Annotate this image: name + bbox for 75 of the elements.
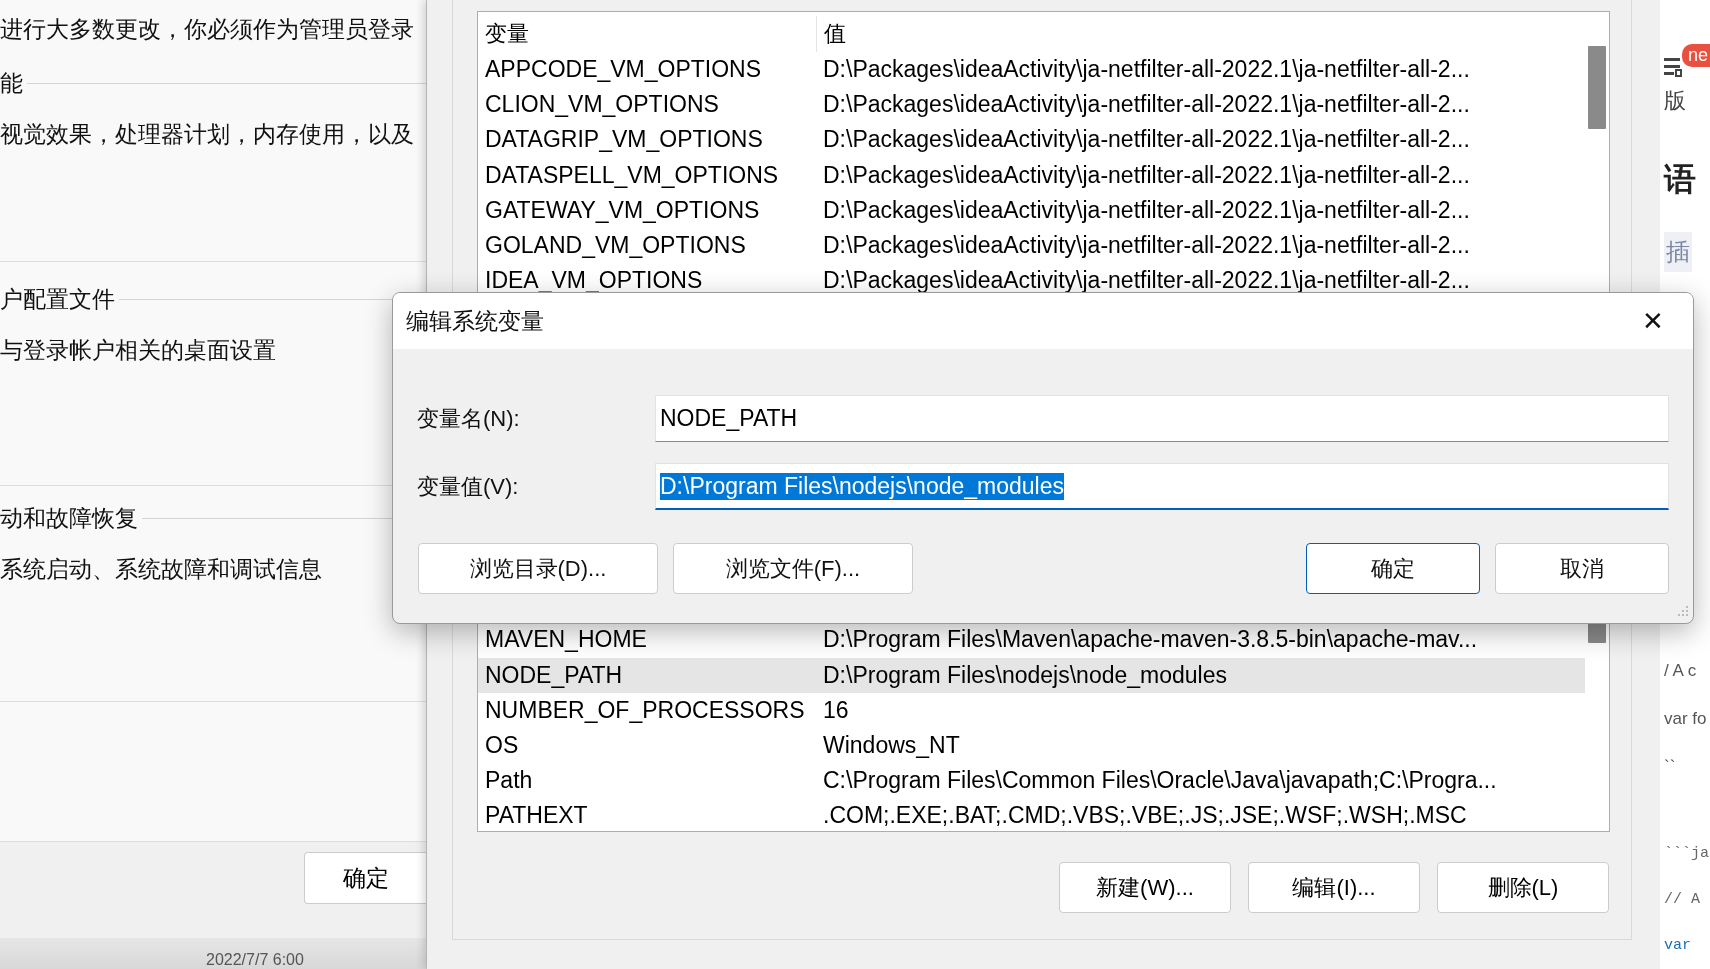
scrollbar-thumb[interactable] [1588, 623, 1606, 643]
table-cell-text: D:\Packages\ideaActivity\ja-netfilter-all-2022.1\ja-netfilter-all-2... [822, 267, 1470, 295]
table-row[interactable]: GOLAND_VM_OPTIONS D:\Packages\ideaActivity\ja-netfilter-all-2022.1\ja-netfilter-all-2... [478, 227, 1585, 264]
table-cell-text: D:\Packages\ideaActivity\ja-netfilter-all-2022.1\ja-netfilter-all-2... [822, 91, 1470, 119]
table-cell-text: .COM;.EXE;.BAT;.CMD;.VBS;.VBE;.JS;.JSE;.WSF;.WSH;.MSC [822, 802, 1467, 830]
new-badge: ne [1681, 44, 1710, 67]
field-label: 变量名(N): [417, 404, 521, 433]
table-row[interactable]: GATEWAY_VM_OPTIONS D:\Packages\ideaActivity\ja-netfilter-all-2022.1\ja-netfilter-all-2... [478, 192, 1585, 228]
table-cell-text: DATASPELL_VM_OPTIONS [484, 161, 780, 189]
table-row[interactable]: MAVEN_HOME D:\Program Files\Maven\apache-maven-3.8.5-bin\apache-mav... [478, 622, 1585, 658]
code-line: var [1664, 937, 1691, 954]
code-line: / A c [1664, 661, 1697, 681]
table-cell-text: CLION_VM_OPTIONS [484, 91, 720, 119]
table-cell-text: APPCODE_VM_OPTIONS [484, 56, 763, 84]
ok-button[interactable]: 确定 [304, 852, 426, 904]
table-cell-text: GATEWAY_VM_OPTIONS [484, 196, 761, 224]
action-button[interactable]: 新建(W)... [1059, 862, 1231, 913]
section-description: 视觉效果，处理器计划，内存使用，以及 [0, 120, 415, 149]
code-line: var fo [1664, 709, 1707, 729]
table-cell-text: C:\Program Files\Common Files\Oracle\Java\javapath;C:\Progra... [822, 767, 1497, 795]
table-cell-text: D:\Packages\ideaActivity\ja-netfilter-all-2022.1\ja-netfilter-all-2... [822, 196, 1470, 224]
dialog-button[interactable]: 取消 [1495, 543, 1669, 594]
table-cell-text: DATAGRIP_VM_OPTIONS [484, 126, 764, 154]
table-cell-text: IDEA_VM_OPTIONS [484, 267, 704, 295]
table-cell-text: MAVEN_HOME [484, 626, 648, 654]
article-heading: 语 [1664, 160, 1696, 197]
column-header: 值 [823, 20, 846, 48]
table-cell-text: D:\Packages\ideaActivity\ja-netfilter-all-2022.1\ja-netfilter-all-2... [822, 126, 1470, 154]
code-line: // A [1664, 891, 1700, 908]
field-label: 变量值(V): [417, 472, 520, 501]
table-cell-text: GOLAND_VM_OPTIONS [484, 232, 747, 260]
action-button[interactable]: 编辑(I)... [1248, 862, 1420, 913]
dialog-button[interactable]: 浏览文件(F)... [673, 543, 913, 594]
section-description: 系统启动、系统故障和调试信息 [0, 555, 323, 584]
table-cell-text: D:\Packages\ideaActivity\ja-netfilter-all-2022.1\ja-netfilter-all-2... [822, 232, 1470, 260]
menu-icon[interactable] [1664, 56, 1682, 78]
default-button[interactable]: 确定 [1306, 543, 1480, 594]
close-button[interactable]: ✕ [1629, 297, 1677, 345]
dialog-button[interactable]: 浏览目录(D)... [418, 543, 658, 594]
table-cell-text: Windows_NT [822, 731, 960, 759]
resize-grip-icon[interactable] [1675, 605, 1689, 619]
section-heading: 能 [0, 69, 23, 98]
table-row[interactable]: Path C:\Program Files\Common Files\Oracle\Java\javapath;C:\Progra... [478, 763, 1585, 799]
code-line: `` [1664, 757, 1676, 777]
table-row[interactable]: DATAGRIP_VM_OPTIONS D:\Packages\ideaActivity\ja-netfilter-all-2022.1\ja-netfilter-all-2... [478, 122, 1585, 158]
section-heading: 动和故障恢复 [0, 504, 138, 533]
section-description: 与登录帐户相关的桌面设置 [0, 336, 277, 365]
column-header: 变量 [478, 16, 817, 52]
action-button[interactable]: 删除(L) [1437, 862, 1609, 913]
table-cell-text: Path [484, 767, 534, 795]
table-cell-text: D:\Packages\ideaActivity\ja-netfilter-all-2022.1\ja-netfilter-all-2... [822, 161, 1470, 189]
table-cell-text: NODE_PATH [484, 661, 624, 689]
input-field[interactable]: NODE_PATH [655, 395, 1669, 442]
selected-row[interactable]: NODE_PATH D:\Program Files\nodejs\node_modules [478, 657, 1585, 693]
table-row[interactable]: DATASPELL_VM_OPTIONS D:\Packages\ideaActivity\ja-netfilter-all-2022.1\ja-netfilter-all-2... [478, 157, 1585, 193]
side-label: 版 [1664, 87, 1686, 113]
table-cell-text: D:\Packages\ideaActivity\ja-netfilter-all-2022.1\ja-netfilter-all-2... [822, 56, 1470, 84]
code-line: ```ja [1664, 845, 1709, 862]
timestamp: 2022/7/7 6:00 [206, 951, 304, 969]
table-cell-text: OS [484, 731, 520, 759]
table-cell-text: D:\Program Files\nodejs\node_modules [822, 661, 1227, 689]
scrollbar-thumb[interactable] [1588, 46, 1606, 129]
table-cell-text: 16 [822, 696, 849, 724]
table-cell-text: D:\Program Files\Maven\apache-maven-3.8.5-bin\apache-mav... [822, 626, 1478, 654]
dialog-title: 编辑系统变量 [406, 306, 544, 336]
table-row[interactable]: OS Windows_NT [478, 727, 1585, 764]
section-heading: 户配置文件 [0, 285, 115, 314]
table-row[interactable]: PATHEXT .COM;.EXE;.BAT;.CMD;.VBS;.VBE;.JS;.JSE;.WSF;.WSH;.MSC [478, 798, 1585, 834]
input-field[interactable]: D:\Program Files\nodejs\node_modules [655, 463, 1669, 510]
table-cell-text: PATHEXT [484, 802, 589, 830]
table-cell-text: NUMBER_OF_PROCESSORS [484, 696, 806, 724]
table-row[interactable]: NUMBER_OF_PROCESSORS 16 [478, 692, 1585, 728]
instruction-text: 进行大多数更改，你必须作为管理员登录 [0, 15, 415, 42]
table-row[interactable]: CLION_VM_OPTIONS D:\Packages\ideaActivity\ja-netfilter-all-2022.1\ja-netfilter-all-2... [478, 87, 1585, 123]
table-row[interactable]: APPCODE_VM_OPTIONS D:\Packages\ideaActivity\ja-netfilter-all-2022.1\ja-netfilter-all-2... [478, 52, 1585, 88]
